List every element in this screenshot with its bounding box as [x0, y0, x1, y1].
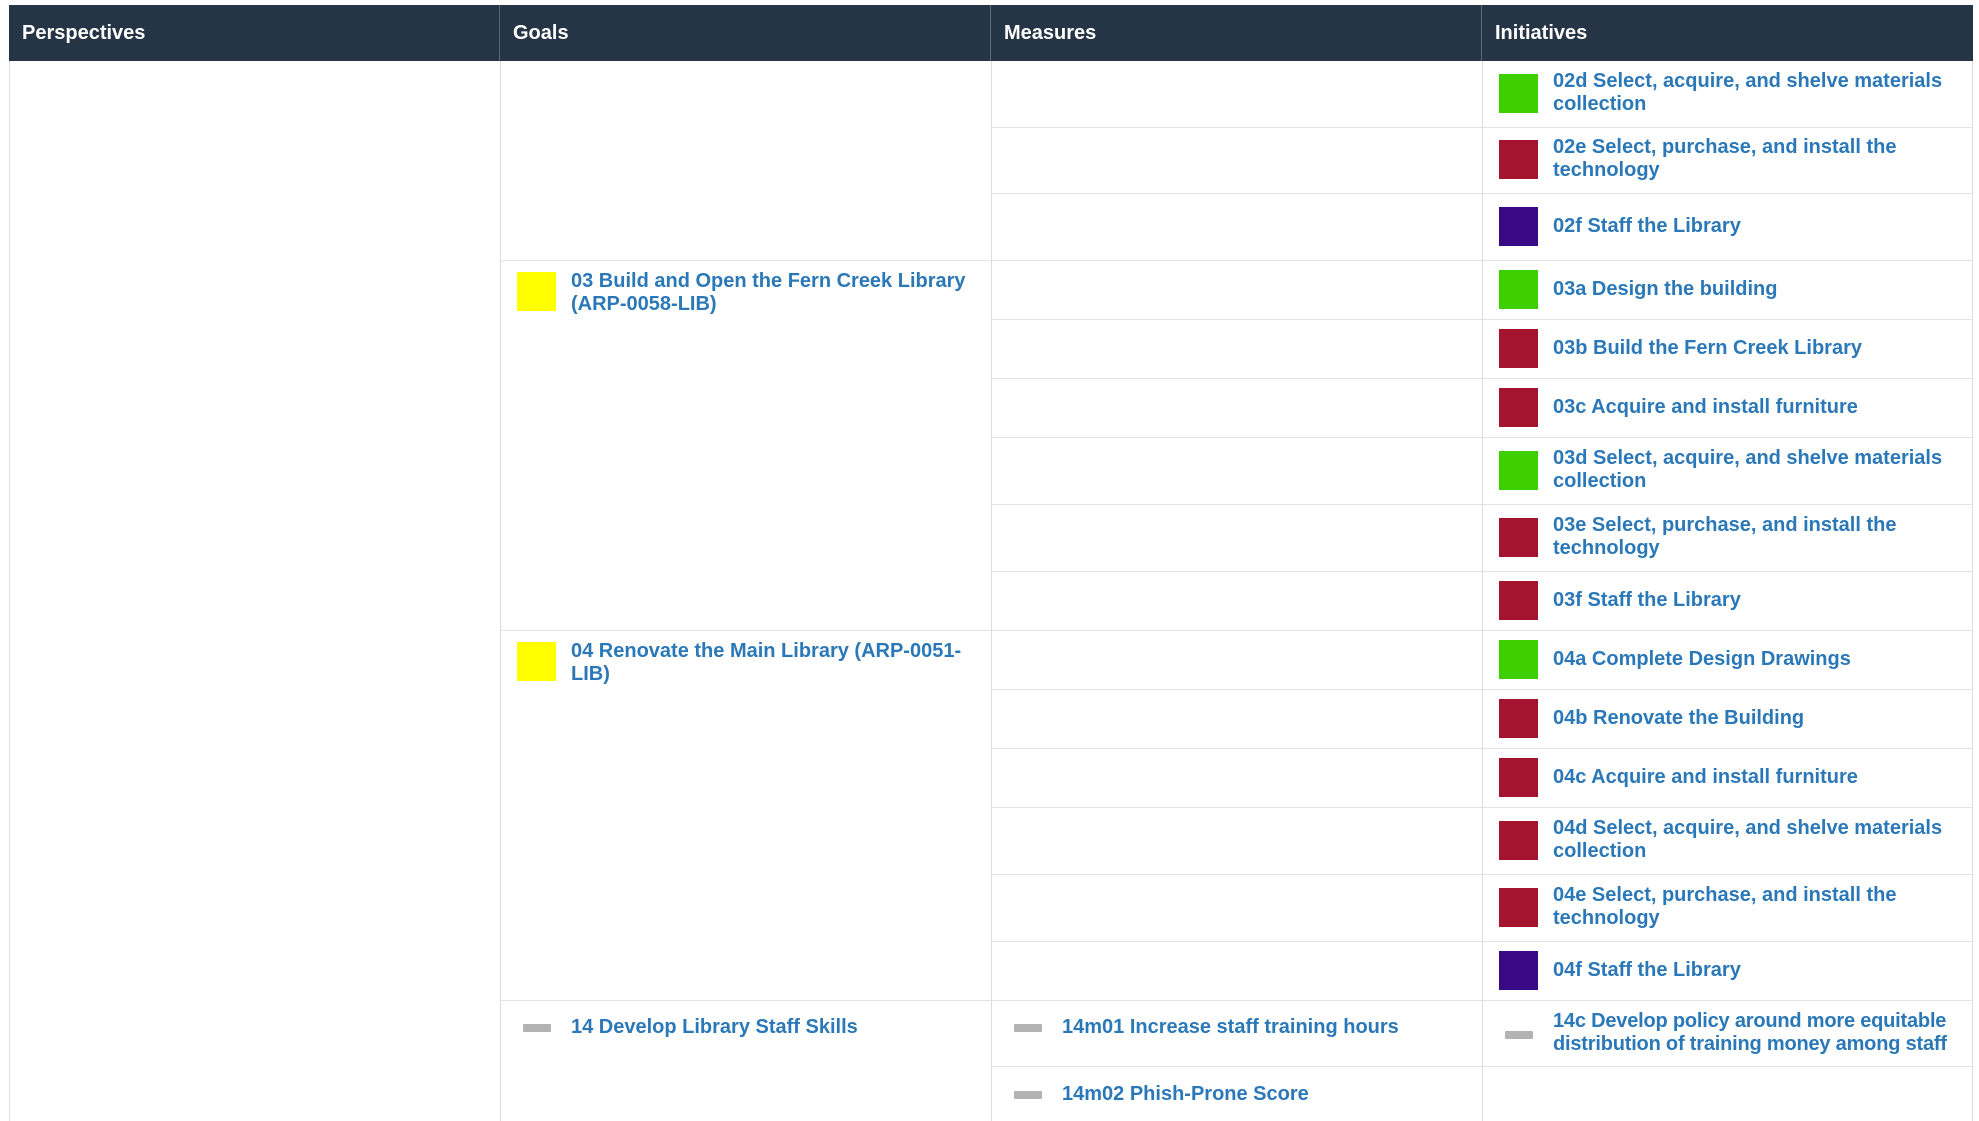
measure-link[interactable]: 14m01 Increase staff training hours	[1062, 1016, 1462, 1039]
goal-row: 14 Develop Library Staff Skills	[500, 1000, 991, 1121]
status-square-icon	[517, 642, 556, 681]
status-square-icon	[1499, 581, 1538, 620]
initiative-row: 03e Select, purchase, and install the te…	[1482, 504, 1973, 571]
initiative-row: 02d Select, acquire, and shelve material…	[1482, 61, 1973, 127]
goal-row: 03 Build and Open the Fern Creek Library…	[500, 260, 991, 630]
initiative-row: 03a Design the building	[1482, 260, 1973, 319]
initiative-link[interactable]: 04d Select, acquire, and shelve material…	[1553, 817, 1958, 863]
initiative-row: 03b Build the Fern Creek Library	[1482, 319, 1973, 378]
column-header-perspectives[interactable]: Perspectives	[9, 5, 500, 61]
column-header-measures[interactable]: Measures	[991, 5, 1482, 61]
status-square-icon	[1499, 270, 1538, 309]
initiative-row: 04d Select, acquire, and shelve material…	[1482, 807, 1973, 874]
initiative-row: 03d Select, acquire, and shelve material…	[1482, 437, 1973, 504]
dash-icon	[1014, 1024, 1042, 1032]
status-square-icon	[1499, 758, 1538, 797]
initiative-link[interactable]: 04f Staff the Library	[1553, 959, 1958, 982]
initiative-row: 04e Select, purchase, and install the te…	[1482, 874, 1973, 941]
status-square-icon	[1499, 388, 1538, 427]
initiative-link[interactable]: 04c Acquire and install furniture	[1553, 766, 1958, 789]
goal-link[interactable]: 04 Renovate the Main Library (ARP-0051-L…	[571, 640, 971, 686]
column-header-goals[interactable]: Goals	[500, 5, 991, 61]
measure-row: 14m01 Increase staff training hours	[991, 1000, 1482, 1066]
status-square-icon	[517, 272, 556, 311]
initiative-row: 04a Complete Design Drawings	[1482, 630, 1973, 689]
goal-link[interactable]: 14 Develop Library Staff Skills	[571, 1016, 971, 1039]
column-header-initiatives[interactable]: Initiatives	[1482, 5, 1973, 61]
status-square-icon	[1499, 699, 1538, 738]
initiative-link[interactable]: 03a Design the building	[1553, 278, 1958, 301]
status-square-icon	[1499, 451, 1538, 490]
status-square-icon	[1499, 518, 1538, 557]
initiative-row: 14c Develop policy around more equitable…	[1482, 1000, 1973, 1066]
initiative-row: 02e Select, purchase, and install the te…	[1482, 127, 1973, 193]
initiative-row: 04c Acquire and install furniture	[1482, 748, 1973, 807]
table-body: 03 Build and Open the Fern Creek Library…	[9, 61, 1973, 1121]
dash-icon	[1505, 1031, 1533, 1039]
initiative-link[interactable]: 14c Develop policy around more equitable…	[1553, 1010, 1965, 1056]
column-divider	[991, 61, 992, 1121]
status-square-icon	[1499, 329, 1538, 368]
status-square-icon	[1499, 821, 1538, 860]
initiative-link[interactable]: 03c Acquire and install furniture	[1553, 396, 1958, 419]
initiative-link[interactable]: 03f Staff the Library	[1553, 589, 1958, 612]
initiative-row: 04b Renovate the Building	[1482, 689, 1973, 748]
initiative-row: 03f Staff the Library	[1482, 571, 1973, 630]
dash-icon	[523, 1024, 551, 1032]
status-square-icon	[1499, 207, 1538, 246]
initiative-link[interactable]: 04a Complete Design Drawings	[1553, 648, 1958, 671]
initiative-row: 04f Staff the Library	[1482, 941, 1973, 1000]
measure-link[interactable]: 14m02 Phish-Prone Score	[1062, 1083, 1462, 1106]
status-square-icon	[1499, 640, 1538, 679]
initiative-link[interactable]: 04b Renovate the Building	[1553, 707, 1958, 730]
initiative-link[interactable]: 03b Build the Fern Creek Library	[1553, 337, 1958, 360]
status-square-icon	[1499, 888, 1538, 927]
perspectives-cell	[9, 61, 500, 1121]
initiative-row: 02f Staff the Library	[1482, 193, 1973, 260]
initiative-link[interactable]: 02f Staff the Library	[1553, 215, 1958, 238]
dash-icon	[1014, 1091, 1042, 1099]
goal-link[interactable]: 03 Build and Open the Fern Creek Library…	[571, 270, 971, 316]
goal-row: 04 Renovate the Main Library (ARP-0051-L…	[500, 630, 991, 1000]
status-square-icon	[1499, 140, 1538, 179]
initiative-link[interactable]: 02d Select, acquire, and shelve material…	[1553, 70, 1958, 116]
initiative-link[interactable]: 03e Select, purchase, and install the te…	[1553, 514, 1958, 560]
initiative-link[interactable]: 03d Select, acquire, and shelve material…	[1553, 447, 1958, 493]
initiative-link[interactable]: 02e Select, purchase, and install the te…	[1553, 136, 1958, 182]
initiative-row: 03c Acquire and install furniture	[1482, 378, 1973, 437]
initiative-link[interactable]: 04e Select, purchase, and install the te…	[1553, 884, 1958, 930]
status-square-icon	[1499, 74, 1538, 113]
status-square-icon	[1499, 951, 1538, 990]
measure-row: 14m02 Phish-Prone Score	[991, 1066, 1482, 1121]
table-header: Perspectives Goals Measures Initiatives	[9, 5, 1973, 61]
